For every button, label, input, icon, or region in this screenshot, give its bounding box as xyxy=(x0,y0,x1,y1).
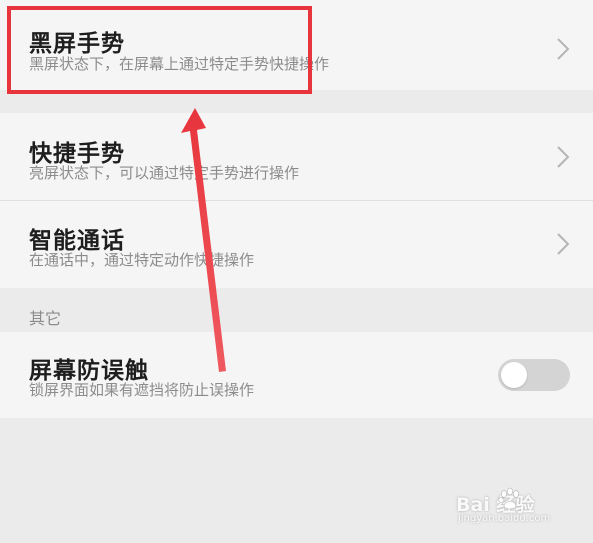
baidu-jingyan-watermark: Bai 经验 jingyan.baidu.com xyxy=(448,478,578,528)
chevron-right-icon xyxy=(557,233,570,255)
row-subtitle: 锁屏界面如果有遮挡将防止误操作 xyxy=(29,381,255,399)
settings-row-quick-gesture[interactable]: 快捷手势 亮屏状态下，可以通过特定手势进行操作 xyxy=(0,113,593,200)
row-subtitle: 黑屏状态下，在屏幕上通过特定手势快捷操作 xyxy=(29,55,330,73)
chevron-right-icon xyxy=(557,146,570,168)
row-subtitle: 在通话中，通过特定动作快捷操作 xyxy=(29,251,255,269)
settings-row-smart-call[interactable]: 智能通话 在通话中，通过特定动作快捷操作 xyxy=(0,201,593,288)
row-subtitle: 亮屏状态下，可以通过特定手势进行操作 xyxy=(29,164,300,182)
watermark-url: jingyan.baidu.com xyxy=(458,513,551,524)
settings-row-black-screen-gesture[interactable]: 黑屏手势 黑屏状态下，在屏幕上通过特定手势快捷操作 xyxy=(0,0,593,90)
toggle-knob xyxy=(501,362,527,388)
section-header-other: 其它 xyxy=(29,309,62,328)
paw-logo-icon xyxy=(498,487,519,510)
chevron-right-icon xyxy=(557,38,570,60)
accidental-touch-toggle[interactable] xyxy=(498,359,570,391)
